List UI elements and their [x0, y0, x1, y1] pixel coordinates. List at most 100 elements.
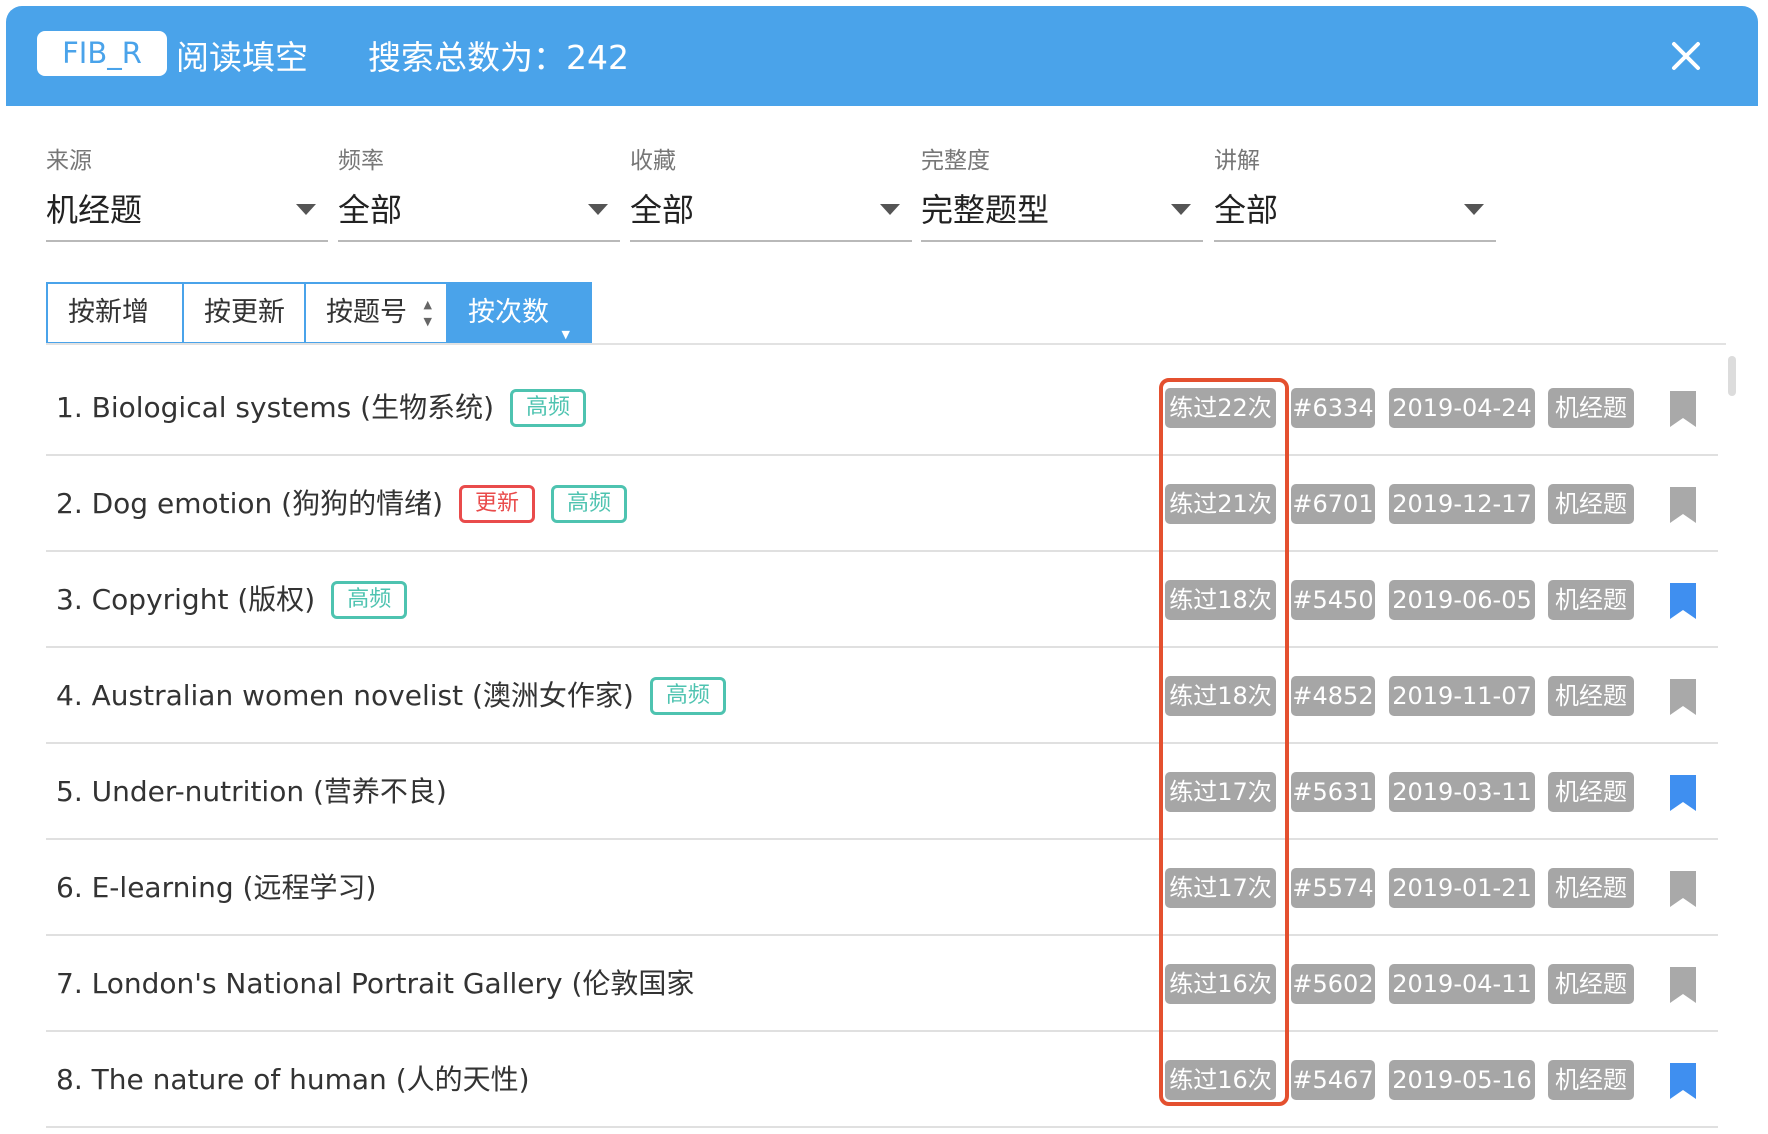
- caret-down-icon: [880, 204, 900, 215]
- question-title-text: 3. Copyright (版权): [56, 583, 316, 616]
- divider: [46, 343, 1726, 345]
- source-chip: 机经题: [1548, 772, 1634, 812]
- high-frequency-tag: 高频: [551, 485, 628, 523]
- bookmark-button[interactable]: [1668, 582, 1698, 620]
- page-title: 阅读填空: [176, 38, 308, 77]
- close-button[interactable]: [1666, 36, 1706, 76]
- list-item[interactable]: 8. The nature of human (人的天性) 练过16次 #5467 2…: [46, 1032, 1718, 1128]
- filter-favorite[interactable]: 收藏 全部: [630, 146, 912, 242]
- date-chip: 2019-01-21: [1389, 868, 1535, 908]
- question-id-chip: #6334: [1291, 388, 1375, 428]
- filter-value: 全部: [338, 191, 403, 229]
- list-item[interactable]: 7. London's National Portrait Gallery (伦…: [46, 936, 1718, 1032]
- list-item[interactable]: 4. Australian women novelist (澳洲女作家) 高频 练过…: [46, 648, 1718, 744]
- question-title-text: 1. Biological systems (生物系统): [56, 391, 494, 424]
- question-title[interactable]: 7. London's National Portrait Gallery (伦…: [56, 960, 694, 1008]
- list-item[interactable]: 2. Dog emotion (狗狗的情绪) 更新 高频 练过21次 #6701 2019…: [46, 456, 1718, 552]
- list-item[interactable]: 5. Under-nutrition (营养不良) 练过17次 #5631 2019-…: [46, 744, 1718, 840]
- practice-count-chip: 练过17次: [1165, 868, 1276, 908]
- sort-label: 按次数: [468, 297, 549, 328]
- search-count: 搜索总数为：242: [368, 38, 629, 77]
- filter-label: 频率: [338, 148, 384, 174]
- sort-by-new-button[interactable]: 按新增: [46, 282, 184, 344]
- practice-count-chip: 练过16次: [1165, 1060, 1276, 1100]
- bookmark-button[interactable]: [1668, 390, 1698, 428]
- sort-by-count-button[interactable]: 按次数 ▼: [446, 282, 592, 344]
- sort-by-update-button[interactable]: 按更新: [182, 282, 306, 344]
- sort-arrows-icon: ▲ ▼: [423, 298, 432, 328]
- question-list: 1. Biological systems (生物系统) 高频 练过22次 #6334…: [46, 360, 1718, 1128]
- question-id-chip: #5631: [1291, 772, 1375, 812]
- bookmark-button[interactable]: [1668, 870, 1698, 908]
- question-title[interactable]: 4. Australian women novelist (澳洲女作家) 高频: [56, 672, 726, 720]
- question-title[interactable]: 8. The nature of human (人的天性): [56, 1056, 530, 1104]
- dialog: FIB_R 阅读填空 搜索总数为：242 来源 机经题 频率 全部 收藏 全部 …: [6, 6, 1758, 1134]
- list-item[interactable]: 1. Biological systems (生物系统) 高频 练过22次 #6334…: [46, 360, 1718, 456]
- bookmark-button[interactable]: [1668, 1062, 1698, 1100]
- question-title-text: 2. Dog emotion (狗狗的情绪): [56, 487, 443, 520]
- question-title[interactable]: 5. Under-nutrition (营养不良): [56, 768, 447, 816]
- dialog-header: FIB_R 阅读填空 搜索总数为：242: [6, 6, 1758, 106]
- practice-count-chip: 练过18次: [1165, 580, 1276, 620]
- source-chip: 机经题: [1548, 964, 1634, 1004]
- question-title-text: 4. Australian women novelist (澳洲女作家): [56, 679, 634, 712]
- bookmark-icon: [1670, 487, 1696, 523]
- source-chip: 机经题: [1548, 1060, 1634, 1100]
- bookmark-button[interactable]: [1668, 486, 1698, 524]
- caret-down-icon: [588, 204, 608, 215]
- type-badge: FIB_R: [37, 31, 167, 76]
- bookmark-icon: [1670, 679, 1696, 715]
- date-chip: 2019-06-05: [1389, 580, 1535, 620]
- source-chip: 机经题: [1548, 580, 1634, 620]
- question-id-chip: #5450: [1291, 580, 1375, 620]
- question-title-text: 5. Under-nutrition (营养不良): [56, 775, 447, 808]
- caret-down-icon: [1171, 204, 1191, 215]
- bookmark-icon: [1670, 871, 1696, 907]
- practice-count-chip: 练过17次: [1165, 772, 1276, 812]
- scrollbar[interactable]: [1728, 356, 1736, 396]
- filter-completeness[interactable]: 完整度 完整题型: [921, 146, 1203, 242]
- source-chip: 机经题: [1548, 388, 1634, 428]
- list-item[interactable]: 3. Copyright (版权) 高频 练过18次 #5450 2019-06-05 机…: [46, 552, 1718, 648]
- close-icon: [1672, 42, 1700, 70]
- filter-value: 全部: [1214, 191, 1279, 229]
- question-title[interactable]: 1. Biological systems (生物系统) 高频: [56, 384, 587, 432]
- date-chip: 2019-12-17: [1389, 484, 1535, 524]
- bookmark-button[interactable]: [1668, 966, 1698, 1004]
- high-frequency-tag: 高频: [331, 581, 408, 619]
- filter-label: 收藏: [630, 148, 676, 174]
- bookmark-button[interactable]: [1668, 774, 1698, 812]
- question-title-text: 7. London's National Portrait Gallery (伦…: [56, 967, 695, 1000]
- bookmark-button[interactable]: [1668, 678, 1698, 716]
- filter-source[interactable]: 来源 机经题: [46, 146, 328, 242]
- filter-value: 机经题: [46, 191, 143, 229]
- bookmark-icon: [1670, 775, 1696, 811]
- filter-explanation[interactable]: 讲解 全部: [1214, 146, 1496, 242]
- practice-count-chip: 练过18次: [1165, 676, 1276, 716]
- source-chip: 机经题: [1548, 484, 1634, 524]
- date-chip: 2019-11-07: [1389, 676, 1535, 716]
- question-title[interactable]: 3. Copyright (版权) 高频: [56, 576, 408, 624]
- caret-down-icon: [296, 204, 316, 215]
- high-frequency-tag: 高频: [649, 677, 726, 715]
- caret-down-icon: [1464, 204, 1484, 215]
- filter-bar: 来源 机经题 频率 全部 收藏 全部 完整度 完整题型 讲解 全部: [46, 146, 1726, 246]
- sort-bar: 按新增 按更新 按题号 ▲ ▼ 按次数 ▼: [46, 282, 592, 344]
- source-chip: 机经题: [1548, 868, 1634, 908]
- bookmark-icon: [1670, 583, 1696, 619]
- list-item[interactable]: 6. E-learning (远程学习) 练过17次 #5574 2019-01-21…: [46, 840, 1718, 936]
- filter-value: 全部: [630, 191, 695, 229]
- question-title[interactable]: 6. E-learning (远程学习): [56, 864, 376, 912]
- date-chip: 2019-04-11: [1389, 964, 1535, 1004]
- question-title[interactable]: 2. Dog emotion (狗狗的情绪) 更新 高频: [56, 480, 628, 528]
- date-chip: 2019-03-11: [1389, 772, 1535, 812]
- question-title-text: 8. The nature of human (人的天性): [56, 1063, 530, 1096]
- filter-label: 讲解: [1214, 148, 1260, 174]
- filter-frequency[interactable]: 频率 全部: [338, 146, 620, 242]
- bookmark-icon: [1670, 391, 1696, 427]
- practice-count-chip: 练过22次: [1165, 388, 1276, 428]
- practice-count-chip: 练过16次: [1165, 964, 1276, 1004]
- sort-by-number-button[interactable]: 按题号 ▲ ▼: [304, 282, 448, 344]
- practice-count-chip: 练过21次: [1165, 484, 1276, 524]
- filter-label: 完整度: [921, 148, 990, 174]
